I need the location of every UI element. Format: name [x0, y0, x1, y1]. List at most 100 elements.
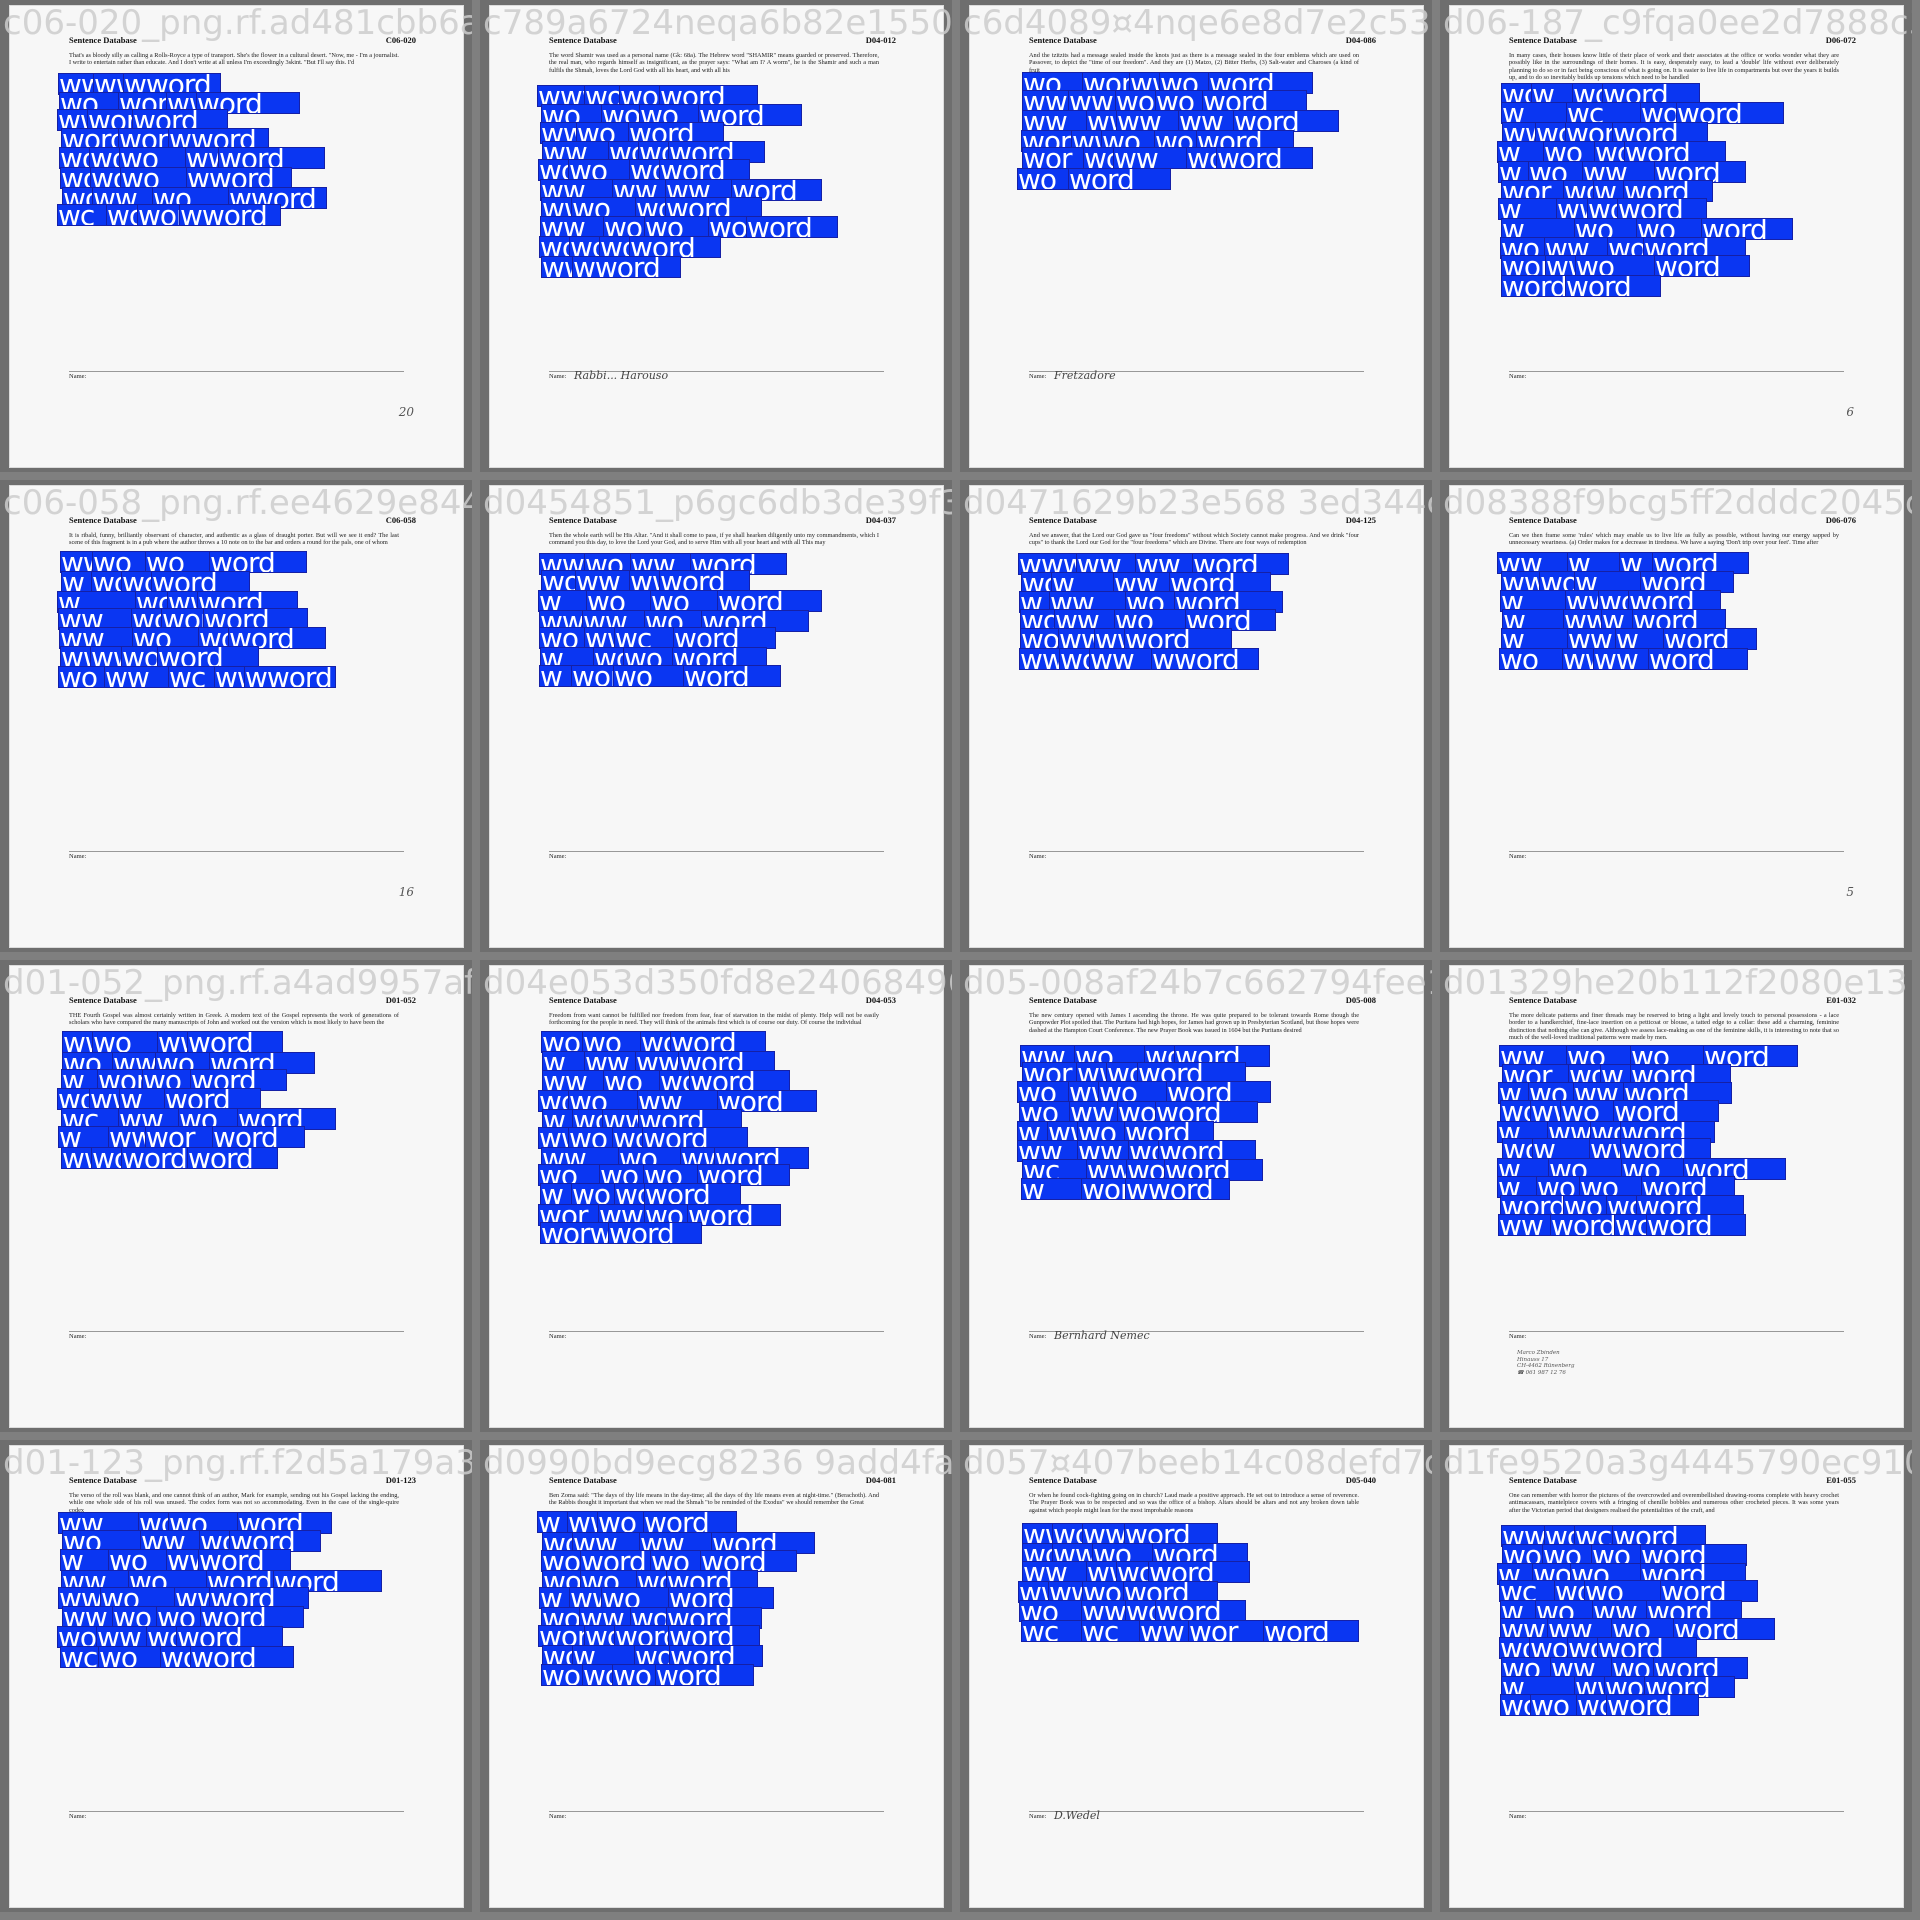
word-bounding-box: wword [1151, 648, 1259, 670]
tile-filename-label: d01-123_png.rf.f2d5a179a3 [3, 1443, 472, 1483]
name-label: Name: [1029, 1333, 1047, 1340]
word-bounding-box: word [668, 1625, 760, 1647]
form-page: Sentence Database D04-081 Ben Zoma said: "… [489, 1445, 944, 1908]
tile-filename-label: d05-008af24b7c662794fee1 [963, 963, 1432, 1003]
word-bounding-box: word [1148, 1561, 1250, 1583]
document-tile: Sentence Database E01-055 One can remember… [1440, 1440, 1912, 1912]
tile-filename-label: c789a6724neqa6b82e155018 [483, 3, 952, 43]
printed-text: Can we then frame some 'rules' which may… [1509, 532, 1839, 547]
word-bounding-box: word [629, 236, 721, 258]
handwritten-signature: D.Wedel [1054, 1809, 1100, 1822]
name-label: Name: [1029, 1813, 1047, 1820]
word-bounding-box: word [1068, 168, 1171, 190]
word-bounding-box: word [1613, 1100, 1719, 1122]
document-tile: Sentence Database D06-072 In many cases, t… [1440, 0, 1912, 472]
word-bounding-box: word [689, 1070, 790, 1092]
tile-filename-label: d01-052_png.rf.a4ad9957af [3, 963, 472, 1003]
name-rule [1509, 1331, 1844, 1332]
document-tile: Sentence Database D04-086 And the tzitzits… [960, 0, 1432, 472]
page-number: 6 [1846, 405, 1854, 419]
name-row: Name: D.Wedel [1029, 1809, 1364, 1823]
image-grid: Sentence Database C06-020 That's as bloody… [0, 0, 1920, 1920]
word-bounding-box: word [1166, 1081, 1271, 1103]
form-page: Sentence Database D06-072 In many cases, t… [1449, 5, 1904, 468]
word-bounding-box: word [643, 1511, 737, 1533]
word-bounding-box: word [164, 1088, 261, 1110]
tile-filename-label: d04e053d350fd8e24068496 [483, 963, 952, 1003]
printed-text: THE Fourth Gospel was almost certainly w… [69, 1012, 399, 1027]
word-bounding-box: word [1654, 255, 1750, 277]
name-label: Name: [69, 1813, 87, 1820]
document-tile: Sentence Database D05-008 The new century … [960, 960, 1432, 1432]
word-bounding-box: word [1663, 628, 1757, 650]
document-tile: Sentence Database D04-012 The word Shamir … [480, 0, 952, 472]
word-bounding-box: word [644, 1183, 741, 1205]
name-rule [69, 851, 404, 852]
word-bounding-box: word [1676, 102, 1784, 124]
word-bounding-box: word [198, 1549, 291, 1571]
name-label: Name: [549, 1333, 567, 1340]
word-bounding-box: word [642, 1127, 748, 1149]
name-rule [549, 851, 884, 852]
document-tile: Sentence Database D06-076 Can we then fram… [1440, 480, 1912, 952]
form-page: Sentence Database C06-058 It is ribald, fu… [9, 485, 464, 948]
tile-filename-label: c06-058_png.rf.ee4629e844 [3, 483, 472, 523]
word-bounding-box: word [218, 147, 325, 169]
name-row: Name: [1509, 371, 1844, 383]
word-bounding-box: word [187, 1147, 278, 1169]
page-number: 16 [398, 885, 414, 899]
word-bounding-box: word [176, 1626, 283, 1648]
name-row: Name: Rabbi... Harouso [549, 369, 884, 383]
printed-text: Or when he found cock-fighting going on … [1029, 1492, 1359, 1514]
word-bounding-box: word [151, 571, 250, 593]
word-bounding-box: word [1216, 147, 1313, 169]
name-label: Name: [1029, 373, 1047, 380]
handwritten-signature: Rabbi... Harouso [574, 369, 669, 382]
form-page: Sentence Database D04-053 Freedom from wan… [489, 965, 944, 1428]
word-bounding-box: word [673, 627, 776, 649]
form-page: Sentence Database D05-008 The new century … [969, 965, 1424, 1428]
printed-text: One can remember with horror the picture… [1509, 1492, 1839, 1514]
document-tile: Sentence Database D04-081 Ben Zoma said: "… [480, 1440, 952, 1912]
name-rule [549, 1331, 884, 1332]
word-bounding-box: word [200, 1606, 304, 1628]
tile-filename-label: d08388f9bcg5ff2dddc2045c [1443, 483, 1912, 523]
document-tile: Sentence Database D01-052 THE Fourth Gospe… [0, 960, 472, 1432]
word-bounding-box: word [1606, 1694, 1699, 1716]
document-tile: Sentence Database D01-123 The verso of the… [0, 1440, 472, 1912]
name-rule [69, 371, 404, 372]
document-tile: Sentence Database D04-037 Then the whole e… [480, 480, 952, 952]
form-page: Sentence Database D01-052 THE Fourth Gospe… [9, 965, 464, 1428]
name-row: Name: Bernhard Nemec [1029, 1329, 1364, 1343]
word-bounding-box: word [659, 570, 750, 592]
name-label: Name: [69, 1333, 87, 1340]
printed-text: Freedom from want cannot be fulfilled no… [549, 1012, 879, 1027]
form-page: Sentence Database D01-123 The verso of the… [9, 1445, 464, 1908]
form-page: Sentence Database D04-125 And we answer, t… [969, 485, 1424, 948]
document-tile: Sentence Database C06-020 That's as bloody… [0, 0, 472, 472]
tile-filename-label: d0471629b23e568 3ed344cd [963, 483, 1432, 523]
word-bounding-box: word [1124, 628, 1232, 650]
word-bounding-box: word [668, 1587, 774, 1609]
name-label: Name: [1509, 1333, 1527, 1340]
word-bounding-box: word [1565, 275, 1661, 297]
word-bounding-box: word [157, 646, 259, 668]
word-bounding-box: word [1646, 1214, 1746, 1236]
word-bounding-box: word [209, 551, 307, 573]
name-label: Name: [69, 373, 87, 380]
tile-filename-label: d1fe9520a3g4445790ec910 [1443, 1443, 1912, 1483]
form-page: Sentence Database D04-037 Then the whole e… [489, 485, 944, 948]
tile-filename-label: d0454851_p6gc6db3de39f3ed [483, 483, 952, 523]
name-row: Name: [549, 851, 884, 863]
word-bounding-box: word [1155, 1101, 1258, 1123]
name-row: Name: [1029, 851, 1364, 863]
word-bounding-box: wword [179, 204, 281, 226]
form-page: Sentence Database C06-020 That's as bloody… [9, 5, 464, 468]
name-label: Name: [1509, 373, 1527, 380]
name-label: Name: [1029, 853, 1047, 860]
word-bounding-box: word [670, 1031, 766, 1053]
word-bounding-box: wword [244, 666, 336, 688]
word-bounding-box: word [683, 665, 781, 687]
name-rule [1509, 371, 1844, 372]
document-tile: Sentence Database D05-040 Or when he found… [960, 1440, 1432, 1912]
